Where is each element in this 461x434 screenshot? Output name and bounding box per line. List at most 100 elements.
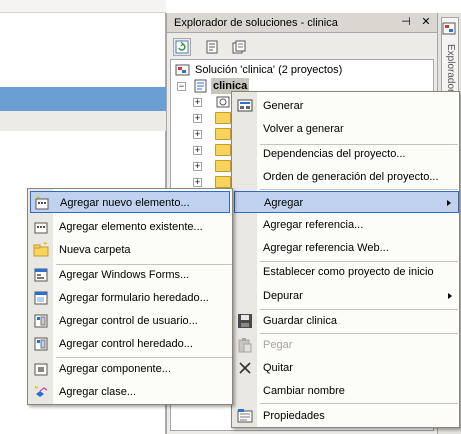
refresh-icon[interactable] bbox=[173, 38, 191, 56]
menu-item-nueva-carpeta[interactable]: Nueva carpeta bbox=[28, 239, 232, 261]
expand-icon[interactable]: + bbox=[193, 114, 202, 123]
tree-row-child[interactable]: + bbox=[193, 142, 233, 158]
menu-item-label: Volver a generar bbox=[263, 123, 344, 135]
menu-item-generar[interactable]: Generar bbox=[232, 95, 459, 117]
menu-item-label: Generar bbox=[263, 100, 304, 112]
submenu-arrow-icon bbox=[448, 293, 452, 299]
menu-item-orden-generacion[interactable]: Orden de generación del proyecto... bbox=[232, 166, 459, 188]
solution-label: Solución 'clinica' (2 proyectos) bbox=[195, 64, 343, 76]
expand-icon[interactable]: + bbox=[193, 98, 202, 107]
windows-form-icon bbox=[34, 268, 48, 282]
solution-explorer-title-bar: Explorador de soluciones - clinica ⊣ ✕ bbox=[167, 13, 438, 33]
menu-item-label: Agregar bbox=[264, 197, 304, 209]
menu-item-label: Agregar referencia... bbox=[263, 219, 364, 231]
new-folder-icon bbox=[33, 242, 49, 257]
menu-item-agregar-referencia[interactable]: Agregar referencia... bbox=[232, 214, 459, 236]
side-tab-label: Explorador bbox=[445, 44, 456, 93]
references-icon bbox=[216, 96, 230, 108]
menu-item-label: Orden de generación del proyecto... bbox=[263, 171, 439, 183]
menu-item-label: Cambiar nombre bbox=[263, 385, 345, 397]
expand-icon[interactable]: + bbox=[193, 146, 202, 155]
menu-item-guardar[interactable]: Guardar clinica bbox=[232, 310, 459, 332]
tree-row-child[interactable]: + bbox=[193, 94, 233, 110]
menu-item-label: Nueva carpeta bbox=[59, 244, 131, 256]
menu-item-label: Propiedades bbox=[263, 410, 325, 422]
menu-item-label: Guardar clinica bbox=[263, 315, 337, 327]
inherited-form-icon bbox=[34, 291, 48, 305]
expand-icon[interactable]: + bbox=[193, 130, 202, 139]
user-control-icon bbox=[34, 314, 48, 328]
folder-icon bbox=[215, 176, 231, 188]
folder-icon bbox=[215, 128, 231, 140]
class-icon bbox=[34, 385, 48, 397]
menu-item-label: Agregar componente... bbox=[59, 363, 171, 375]
menu-item-agregar-formulario-heredado[interactable]: Agregar formulario heredado... bbox=[28, 287, 232, 309]
inherited-control-icon bbox=[34, 337, 48, 351]
existing-item-icon bbox=[34, 222, 48, 234]
menu-item-pegar: Pegar bbox=[232, 334, 459, 356]
menu-item-quitar[interactable]: Quitar bbox=[232, 357, 459, 379]
menu-item-agregar-windows-forms[interactable]: Agregar Windows Forms... bbox=[28, 264, 232, 286]
side-tab-explorer[interactable]: Explorador bbox=[441, 17, 459, 97]
menu-item-label: Agregar elemento existente... bbox=[59, 221, 203, 233]
menu-item-label: Agregar clase... bbox=[59, 386, 137, 398]
menu-item-label: Agregar control de usuario... bbox=[59, 315, 198, 327]
project-context-menu: Generar Volver a generar Dependencias de… bbox=[231, 91, 460, 428]
menu-item-label: Establecer como proyecto de inicio bbox=[263, 266, 434, 278]
menu-item-agregar[interactable]: Agregar bbox=[234, 191, 459, 213]
pin-icon[interactable]: ⊣ bbox=[399, 15, 413, 29]
paste-icon bbox=[238, 338, 252, 353]
menu-item-label: Quitar bbox=[263, 362, 293, 374]
save-icon bbox=[238, 314, 252, 328]
properties-icon[interactable] bbox=[203, 38, 221, 56]
delete-icon bbox=[239, 362, 251, 374]
menu-item-agregar-control-heredado[interactable]: Agregar control heredado... bbox=[28, 333, 232, 355]
solution-explorer-toolbar bbox=[167, 35, 438, 59]
menu-separator bbox=[260, 403, 458, 404]
expand-icon[interactable]: + bbox=[193, 178, 202, 187]
editor-tab-strip bbox=[0, 0, 166, 13]
folder-icon bbox=[215, 144, 231, 156]
tree-row-child[interactable]: + bbox=[193, 126, 233, 142]
show-all-files-icon[interactable] bbox=[230, 38, 248, 56]
solution-explorer-title: Explorador de soluciones - clinica bbox=[174, 17, 338, 29]
folder-icon bbox=[215, 112, 231, 124]
tree-row-child[interactable]: + bbox=[193, 158, 233, 174]
menu-item-agregar-clase[interactable]: Agregar clase... bbox=[28, 381, 232, 403]
menu-item-label: Agregar referencia Web... bbox=[263, 242, 389, 254]
menu-item-label: Dependencias del proyecto... bbox=[263, 148, 406, 160]
menu-item-label: Pegar bbox=[263, 339, 293, 351]
menu-item-label: Depurar bbox=[263, 290, 303, 302]
menu-item-label: Agregar nuevo elemento... bbox=[60, 197, 190, 209]
add-submenu: Agregar nuevo elemento... Agregar elemen… bbox=[27, 188, 233, 405]
close-icon[interactable]: ✕ bbox=[419, 15, 433, 29]
menu-item-agregar-nuevo-elemento[interactable]: Agregar nuevo elemento... bbox=[30, 191, 230, 213]
menu-item-label: Agregar Windows Forms... bbox=[59, 269, 190, 281]
menu-item-proyecto-inicio[interactable]: Establecer como proyecto de inicio bbox=[232, 261, 459, 283]
menu-item-label: Agregar formulario heredado... bbox=[59, 292, 209, 304]
project-icon bbox=[194, 79, 207, 93]
menu-item-agregar-referencia-web[interactable]: Agregar referencia Web... bbox=[232, 237, 459, 259]
tree-row-child[interactable]: + bbox=[193, 110, 233, 126]
menu-item-depurar[interactable]: Depurar bbox=[232, 285, 459, 307]
menu-item-agregar-componente[interactable]: Agregar componente... bbox=[28, 358, 232, 380]
submenu-arrow-icon bbox=[447, 200, 451, 206]
expand-icon[interactable]: + bbox=[193, 162, 202, 171]
component-icon bbox=[34, 363, 48, 376]
properties-icon bbox=[237, 409, 253, 423]
new-item-icon bbox=[35, 195, 49, 210]
build-icon bbox=[237, 99, 253, 112]
menu-item-cambiar-nombre[interactable]: Cambiar nombre bbox=[232, 380, 459, 402]
menu-item-agregar-elemento-existente[interactable]: Agregar elemento existente... bbox=[28, 216, 232, 238]
menu-item-agregar-control-usuario[interactable]: Agregar control de usuario... bbox=[28, 310, 232, 332]
menu-item-propiedades[interactable]: Propiedades bbox=[232, 405, 459, 427]
solution-icon bbox=[175, 64, 190, 76]
folder-icon bbox=[215, 160, 231, 172]
menu-item-volver-a-generar[interactable]: Volver a generar bbox=[232, 118, 459, 140]
collapse-icon[interactable]: − bbox=[177, 82, 186, 91]
menu-item-label: Agregar control heredado... bbox=[59, 338, 193, 350]
solution-explorer-icon bbox=[442, 22, 456, 35]
menu-item-dependencias[interactable]: Dependencias del proyecto... bbox=[232, 143, 459, 165]
menu-separator bbox=[260, 189, 458, 190]
editor-selection-band bbox=[0, 87, 166, 111]
